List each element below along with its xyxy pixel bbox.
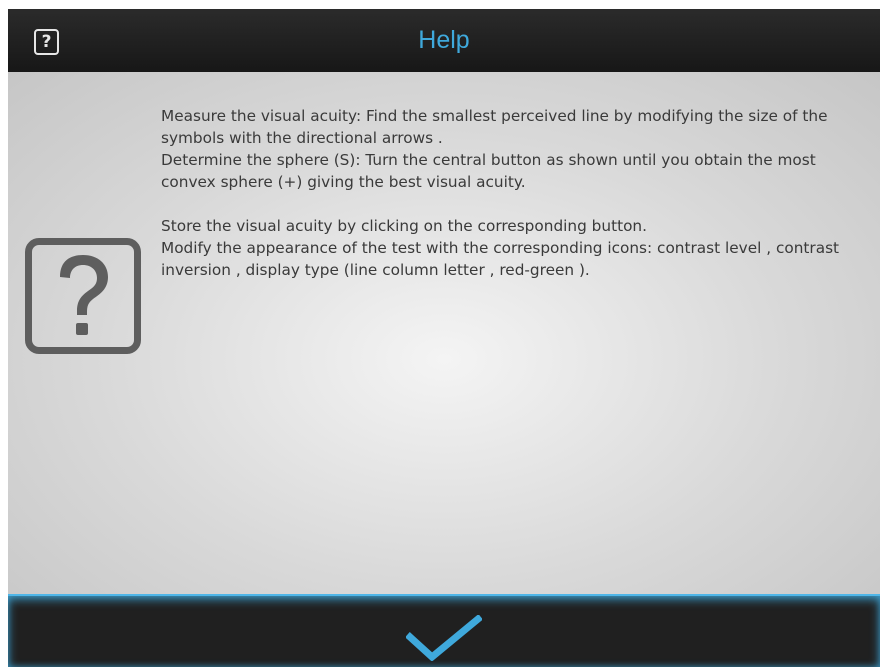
page-title: Help <box>418 26 470 54</box>
help-text: Measure the visual acuity: Find the smal… <box>161 105 861 281</box>
help-paragraph: Store the visual acuity by clicking on t… <box>161 217 647 235</box>
title-bar: ? Help <box>8 9 880 72</box>
question-mark-glyph <box>60 255 108 335</box>
footer-bar <box>8 594 880 667</box>
question-mark-icon <box>25 238 141 354</box>
help-content: Measure the visual acuity: Find the smal… <box>8 72 880 594</box>
help-window: ? Help Measure the visual acuity: Find t… <box>8 9 880 667</box>
help-paragraph: Measure the visual acuity: Find the smal… <box>161 107 828 147</box>
checkmark-icon <box>406 614 482 661</box>
help-paragraph: Modify the appearance of the test with t… <box>161 239 840 279</box>
help-paragraph: Determine the sphere (S): Turn the centr… <box>161 151 816 191</box>
confirm-button[interactable] <box>8 596 880 667</box>
